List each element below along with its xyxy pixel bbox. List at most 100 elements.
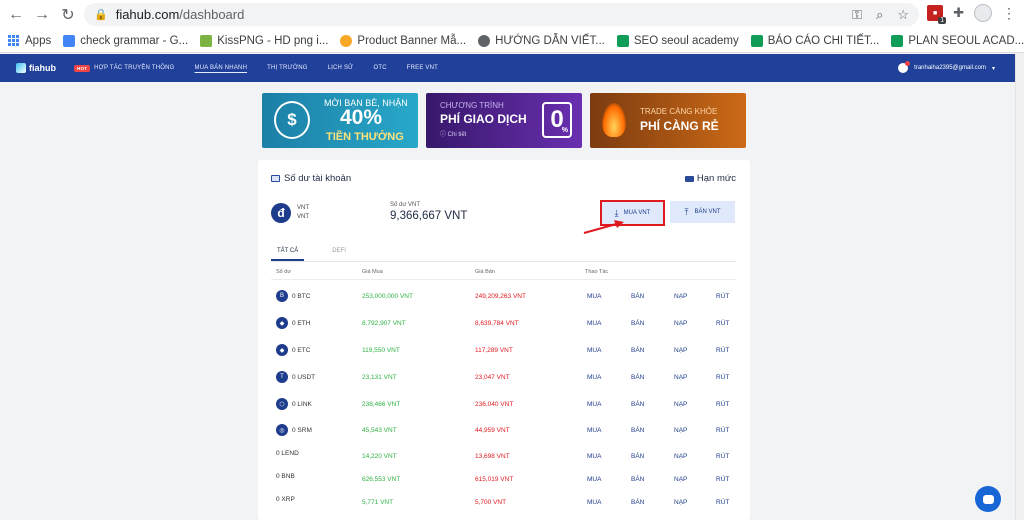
- back-icon[interactable]: ←: [6, 5, 26, 25]
- action-withdraw-link[interactable]: RÚT: [716, 374, 729, 381]
- menu-dots-icon[interactable]: ⋮: [1002, 5, 1016, 22]
- forward-icon[interactable]: →: [32, 5, 52, 25]
- bookmark-item[interactable]: KissPNG - HD png i...: [200, 34, 328, 47]
- page-scrollbar[interactable]: [1015, 54, 1024, 520]
- action-deposit-link[interactable]: NẠP: [674, 320, 687, 327]
- coin-balance: ◆ 0 ETC: [276, 344, 310, 356]
- tab-defi[interactable]: DEFI: [326, 244, 352, 261]
- key-icon[interactable]: ⚿: [852, 7, 862, 23]
- banner-fee[interactable]: CHƯƠNG TRÌNH PHÍ GIAO DỊCH ⓘ Chi tiết 0%: [426, 93, 582, 148]
- app-navbar: fiahub HOT HỢP TÁC TRUYỀN THÔNG MUA BÁN N…: [0, 54, 1015, 82]
- action-deposit-link[interactable]: NẠP: [674, 401, 687, 408]
- limit-link[interactable]: Hạn mức: [684, 173, 736, 184]
- action-sell-link[interactable]: BÁN: [631, 293, 644, 300]
- balance-caption: Số dư VNT: [390, 202, 421, 208]
- action-deposit-link[interactable]: NẠP: [674, 427, 687, 434]
- bookmark-item[interactable]: Product Banner Mẫ...: [340, 34, 466, 47]
- buy-price: 5,771 VNT: [362, 499, 394, 506]
- nav-item-history[interactable]: LỊCH SỬ: [328, 65, 354, 71]
- profile-avatar[interactable]: [974, 4, 992, 22]
- action-sell-link[interactable]: BÁN: [631, 401, 644, 408]
- nav-item-quick-trade[interactable]: MUA BÁN NHANH: [195, 65, 248, 71]
- nav-label: THỊ TRƯỜNG: [267, 65, 308, 71]
- bookmark-item[interactable]: BÁO CÁO CHI TIẾT...: [750, 34, 879, 47]
- action-withdraw-link[interactable]: RÚT: [716, 476, 729, 483]
- action-sell-link[interactable]: BÁN: [631, 499, 644, 506]
- card-title: Số dư tài khoản: [271, 173, 351, 184]
- nav-item-free-vnt[interactable]: FREE VNT: [407, 65, 438, 71]
- bookmark-label: Apps: [25, 34, 52, 47]
- action-buy-link[interactable]: MUA: [587, 293, 601, 300]
- action-sell-link[interactable]: BÁN: [631, 374, 644, 381]
- action-deposit-link[interactable]: NẠP: [674, 476, 687, 483]
- bookmark-item[interactable]: SEO seoul academy: [616, 34, 739, 47]
- banner-text: TRADE CÀNG KHỎE: [640, 107, 718, 116]
- asset-tabs: TẤT CẢ DEFI: [271, 244, 352, 261]
- nav-item-media[interactable]: HOT HỢP TÁC TRUYỀN THÔNG: [74, 64, 175, 72]
- action-deposit-link[interactable]: NẠP: [674, 347, 687, 354]
- banner-text: PHÍ GIAO DỊCH: [440, 112, 527, 126]
- balance-text: 0 BNB: [276, 473, 295, 480]
- action-deposit-link[interactable]: NẠP: [674, 293, 687, 300]
- action-sell-link[interactable]: BÁN: [631, 476, 644, 483]
- action-withdraw-link[interactable]: RÚT: [716, 499, 729, 506]
- buy-price: 8,792,907 VNT: [362, 320, 406, 327]
- fiahub-logo[interactable]: fiahub: [16, 63, 56, 73]
- banner-text: PHÍ CÀNG RẺ: [640, 119, 719, 133]
- banner-detail[interactable]: ⓘ Chi tiết: [440, 129, 466, 138]
- action-sell-link[interactable]: BÁN: [631, 427, 644, 434]
- action-withdraw-link[interactable]: RÚT: [716, 293, 729, 300]
- action-buy-link[interactable]: MUA: [587, 347, 601, 354]
- card-icon: [684, 175, 694, 182]
- nav-item-otc[interactable]: OTC: [373, 65, 386, 71]
- action-buy-link[interactable]: MUA: [587, 320, 601, 327]
- action-deposit-link[interactable]: NẠP: [674, 499, 687, 506]
- bookmark-item[interactable]: check grammar - G...: [63, 34, 188, 47]
- action-withdraw-link[interactable]: RÚT: [716, 453, 729, 460]
- action-withdraw-link[interactable]: RÚT: [716, 427, 729, 434]
- banner-trade[interactable]: TRADE CÀNG KHỎE PHÍ CÀNG RẺ: [590, 93, 746, 148]
- bookmark-item[interactable]: HƯỚNG DẪN VIẾT...: [478, 34, 605, 47]
- action-sell-link[interactable]: BÁN: [631, 453, 644, 460]
- puzzle-icon[interactable]: ✚: [953, 5, 964, 21]
- action-sell-link[interactable]: BÁN: [631, 347, 644, 354]
- action-withdraw-link[interactable]: RÚT: [716, 320, 729, 327]
- tab-all[interactable]: TẤT CẢ: [271, 244, 305, 261]
- action-withdraw-link[interactable]: RÚT: [716, 401, 729, 408]
- extension-icon[interactable]: ■ 1: [927, 5, 947, 24]
- coin-balance: 0 BNB: [276, 473, 295, 480]
- balance-text: 0 ETH: [292, 319, 311, 327]
- nav-item-market[interactable]: THỊ TRƯỜNG: [267, 65, 308, 71]
- address-bar[interactable]: 🔒 fiahub.com/dashboard ⚿ ⌕ ☆: [84, 3, 919, 26]
- tabs-divider: [271, 261, 736, 262]
- buy-price: 14,220 VNT: [362, 453, 397, 460]
- action-buy-link[interactable]: MUA: [587, 427, 601, 434]
- action-withdraw-link[interactable]: RÚT: [716, 347, 729, 354]
- sheets-icon: [750, 34, 763, 47]
- bookmark-item[interactable]: PLAN SEOUL ACAD...: [891, 34, 1024, 47]
- action-buy-link[interactable]: MUA: [587, 499, 601, 506]
- chat-icon[interactable]: [975, 486, 1001, 512]
- hot-badge: HOT: [74, 64, 91, 72]
- banner-referral[interactable]: $ MỜI BẠN BÈ, NHẬN 40% TIỀN THƯỞNG: [262, 93, 418, 148]
- action-deposit-link[interactable]: NẠP: [674, 453, 687, 460]
- reload-icon[interactable]: ↻: [58, 5, 78, 25]
- user-menu[interactable]: tranhaiha2395@gmail.com ▾: [898, 54, 995, 82]
- action-sell-link[interactable]: BÁN: [631, 320, 644, 327]
- action-buy-link[interactable]: MUA: [587, 476, 601, 483]
- action-buy-link[interactable]: MUA: [587, 401, 601, 408]
- balance-text: 0 XRP: [276, 496, 295, 503]
- action-buy-link[interactable]: MUA: [587, 453, 601, 460]
- bookmark-apps[interactable]: Apps: [8, 34, 52, 47]
- sell-vnt-button[interactable]: ⤒ BÁN VNT: [670, 201, 735, 223]
- banner-detail-label: Chi tiết: [447, 132, 467, 138]
- zoom-icon[interactable]: ⌕: [876, 7, 883, 23]
- action-deposit-link[interactable]: NẠP: [674, 374, 687, 381]
- nav-label: FREE VNT: [406, 65, 439, 71]
- buy-price: 238,466 VNT: [362, 401, 401, 408]
- star-icon[interactable]: ☆: [897, 7, 909, 23]
- bookmark-label: HƯỚNG DẪN VIẾT...: [495, 34, 605, 47]
- balance-text: 0 SRM: [292, 426, 312, 434]
- balance-text: 0 LINK: [292, 400, 312, 408]
- action-buy-link[interactable]: MUA: [587, 374, 601, 381]
